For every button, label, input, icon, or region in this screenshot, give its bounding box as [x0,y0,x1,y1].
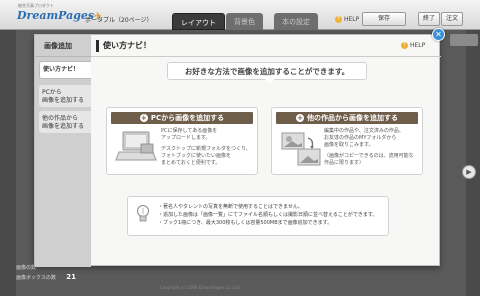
add-from-pc-text-2: デスクトップに新規フォルダをつくり、 フォトブックに使いたい画像を まとめておく… [161,146,251,166]
tips-box: ・著名人やタレントの写真を無断で使用することはできません。 ・追加した画像は「画… [127,196,389,236]
bubble-tail [265,79,275,84]
sidebar-item-add-from-works[interactable]: 他の作品から 画像を追加する [39,111,91,133]
dialog-sidebar: 画像追加 使い方ナビ！ PCから 画像を追加する 他の作品から 画像を追加する [35,35,91,267]
add-from-pc-description: PCに保存してある画像を アップロードします。 デスクトップに新規フォルダをつく… [161,128,255,167]
add-from-pc-card[interactable]: + PCから画像を追加する PCに保存してある画像を アップロードします。 デスク… [106,107,258,175]
plus-icon: + [296,114,304,122]
tab-book-settings-label: 本の設定 [282,18,310,26]
intro-bubble: お好きな方法で画像を追加することができます。 [167,62,367,80]
add-from-works-card[interactable]: + 他の作品から画像を追加する 編集中の作品や、注文済みの作品、 お友達の作品のM… [271,107,423,175]
dialog-help-label: HELP [410,42,426,49]
add-from-works-title-text: 他の作品から画像を追加する [307,114,398,122]
order-button[interactable]: 注文 [441,12,463,26]
left-panel [0,30,16,296]
help-icon: ? [335,16,342,23]
right-panel [466,30,480,296]
add-from-pc-text-1: PCに保存してある画像を アップロードします。 [161,128,218,141]
sidebar-item-add-from-pc[interactable]: PCから 画像を追加する [39,85,91,107]
tip-item: ・著名人やタレントの写真を無断で使用することはできません。 [158,204,303,210]
next-page-arrow-icon[interactable]: ▶ [462,165,476,179]
dialog-header: 使い方ナビ！ ? HELP [91,35,441,57]
finish-button[interactable]: 終了 [418,12,440,26]
add-from-works-text-1: 編集中の作品や、注文済みの作品、 お友達の作品のMYフォルダから 画像を取りこみ… [324,128,404,148]
add-from-works-text-2: （画像がコピーできるのは、流用可能な 作品に限ります） [324,153,414,166]
laptop-icon [115,130,157,168]
tab-book-settings[interactable]: 本の設定 [274,13,318,30]
dialog-heading: 使い方ナビ！ [103,41,151,50]
image-box-count-label: 画像ボックスの数 [16,274,56,281]
right-panel-button[interactable] [450,34,478,46]
heading-accent [96,40,99,52]
plus-icon: + [139,114,148,122]
tab-background[interactable]: 背景色 [226,13,263,30]
tab-layout[interactable]: レイアウト [172,13,225,30]
tab-layout-label: レイアウト [181,19,216,27]
help-icon: ? [401,42,408,49]
copyright: Copyright (c) 2009 DreamPages Co.,Ltd. [160,285,241,290]
dialog-help-link[interactable]: ? HELP [401,42,425,49]
image-count-label: 画像の数 [16,264,37,271]
header-help-label: HELP [344,16,360,23]
header-help-link[interactable]: ? HELP [335,16,359,23]
dialog-title: 画像追加 [35,35,91,57]
add-from-works-description: 編集中の作品や、注文済みの作品、 お友達の作品のMYフォルダから 画像を取りこみ… [324,128,418,167]
photo-transfer-icon [280,130,322,170]
image-box-count-row: 画像ボックスの数 21 [16,272,76,282]
app-header: 総合写真プロダクト DreamPages✈ ポータブル（20ページ） レイアウト… [0,0,480,30]
save-button[interactable]: 保存 [362,12,406,26]
close-icon[interactable]: ✕ [432,28,445,41]
image-box-count-value: 21 [66,273,76,281]
add-from-pc-title-text: PCから画像を追加する [150,114,225,122]
tips-list: ・著名人やタレントの写真を無断で使用することはできません。 ・追加した画像は「画… [158,203,377,227]
add-from-pc-title: + PCから画像を追加する [111,112,253,124]
add-from-works-title: + 他の作品から画像を追加する [276,112,418,124]
lightbulb-icon [136,204,150,226]
logo-text: DreamPages [17,9,95,22]
edition-label: ポータブル（20ページ） [85,17,153,24]
tip-item: ・追加した画像は「画像一覧」にてファイル名順もしくは撮影日順に並べ替えることがで… [158,212,378,218]
tab-background-label: 背景色 [234,18,255,26]
sidebar-item-guide[interactable]: 使い方ナビ！ [39,61,91,79]
tip-item: ・ブック1冊につき、最大300枚もしくは容量500MBまで画像追加できます。 [158,220,333,226]
